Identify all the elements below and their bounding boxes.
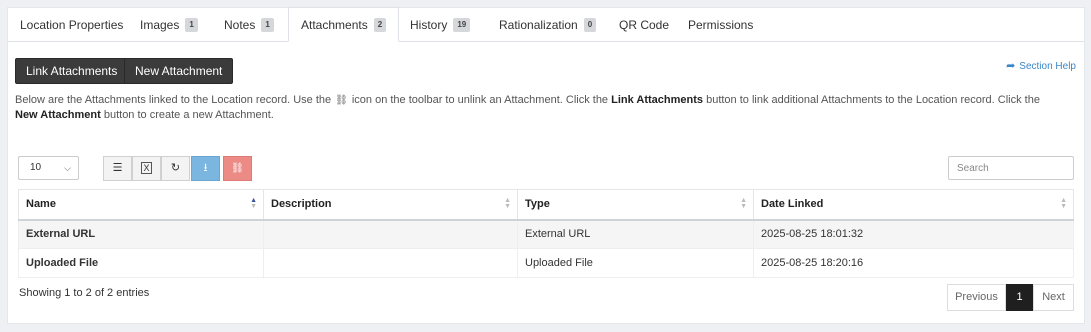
tab-location-properties[interactable]: Location Properties <box>20 8 123 42</box>
tab-permissions[interactable]: Permissions <box>688 8 753 42</box>
column-header-label: Date Linked <box>761 198 824 211</box>
unlink-button[interactable]: ⛓︎ <box>223 156 252 181</box>
link-attachments-button[interactable]: Link Attachments <box>15 58 129 84</box>
column-visibility-button[interactable]: ☰ <box>103 156 132 181</box>
pagination-page-1[interactable]: 1 <box>1006 284 1033 311</box>
tab-history[interactable]: History 19 <box>410 8 471 42</box>
tab-notes[interactable]: Notes 1 <box>224 8 274 42</box>
column-header-label: Description <box>271 198 332 211</box>
cell-type: Uploaded File <box>517 248 754 278</box>
cell-description <box>263 248 518 278</box>
cell-date-linked: 2025-08-25 18:01:32 <box>753 219 1074 249</box>
column-header-description[interactable]: Description ▲ ▼ <box>263 189 518 221</box>
count-badge: 2 <box>373 17 387 32</box>
refresh-button[interactable]: ↻ <box>161 156 190 181</box>
tab-bar: Location Properties Images 1 Notes 1 Attac… <box>8 7 1084 42</box>
new-attachment-button[interactable]: New Attachment <box>124 58 234 84</box>
tab-label: Images <box>140 18 180 32</box>
desc-part: icon on the toolbar to unlink an Attachm… <box>351 94 609 106</box>
tab-attachments[interactable]: Attachments 2 <box>288 7 400 42</box>
tab-rationalization[interactable]: Rationalization 0 <box>499 8 597 42</box>
count-badge: 19 <box>453 17 471 32</box>
section-help-label: Section Help <box>1019 61 1076 72</box>
export-excel-button[interactable]: X <box>132 156 161 181</box>
cell-type: External URL <box>517 219 754 249</box>
desc-part: Below are the Attachments linked to the … <box>15 94 332 106</box>
column-header-date-linked[interactable]: Date Linked ▲ ▼ <box>753 189 1074 221</box>
chevron-down-icon: ⌵ <box>64 163 71 173</box>
count-badge: 1 <box>185 17 198 32</box>
tab-label: QR Code <box>619 18 670 32</box>
cell-name: External URL <box>18 219 264 249</box>
attachments-panel: Location Properties Images 1 Notes 1 Attac… <box>7 7 1085 324</box>
table-row[interactable]: Uploaded File Uploaded File 2025-08-25 1… <box>18 248 1074 278</box>
column-header-type[interactable]: Type ▲ ▼ <box>517 189 754 221</box>
list-icon: ☰ <box>112 162 123 174</box>
table-row[interactable]: External URL External URL 2025-08-25 18:… <box>18 219 1074 249</box>
desc-part: button to link additional Attachments to… <box>706 94 1040 106</box>
tab-qr-code[interactable]: QR Code <box>619 8 669 42</box>
page-length-select[interactable]: 10 ⌵ <box>18 156 79 180</box>
column-header-label: Name <box>26 198 56 211</box>
tab-label: History <box>410 18 448 32</box>
desc-bold: Link Attachments <box>611 94 704 106</box>
sort-icon: ▲ ▼ <box>504 197 511 210</box>
count-badge: 0 <box>583 17 597 32</box>
cell-name: Uploaded File <box>18 248 264 278</box>
tab-label: Attachments <box>301 18 368 32</box>
tab-label: Rationalization <box>499 18 578 32</box>
table-header-row: Name ▲ ▼ Description ▲ ▼ Type ▲ ▼ Date Link… <box>18 189 1074 221</box>
cell-description <box>263 219 518 249</box>
table-info: Showing 1 to 2 of 2 entries <box>19 287 150 299</box>
tab-label: Permissions <box>688 18 754 32</box>
tab-images[interactable]: Images 1 <box>140 8 198 42</box>
download-icon: ⭳ <box>203 162 208 174</box>
page-length-value: 10 <box>30 162 42 173</box>
share-arrow-icon: ➦ <box>1006 60 1016 72</box>
sort-icon: ▲ ▼ <box>1060 197 1067 210</box>
search-input[interactable] <box>948 156 1074 180</box>
desc-bold: New Attachment <box>15 109 101 121</box>
sort-ascending-icon: ▲ ▼ <box>250 197 257 210</box>
sort-icon: ▲ ▼ <box>740 197 747 210</box>
excel-icon: X <box>141 162 152 174</box>
unlink-icon: ⛓︎ <box>231 163 244 174</box>
section-help-link[interactable]: ➦ Section Help <box>1006 59 1076 74</box>
cell-date-linked: 2025-08-25 18:20:16 <box>753 248 1074 278</box>
count-badge: 1 <box>261 17 274 32</box>
pagination-previous[interactable]: Previous <box>947 284 1006 311</box>
tab-label: Notes <box>224 18 256 32</box>
description-text: Below are the Attachments linked to the … <box>15 93 1055 123</box>
refresh-icon: ↻ <box>170 162 181 174</box>
desc-part: button to create a new Attachment. <box>103 109 274 121</box>
column-header-label: Type <box>525 198 550 211</box>
pagination-next[interactable]: Next <box>1033 284 1074 311</box>
download-button[interactable]: ⭳ <box>191 156 220 181</box>
attachments-table: Name ▲ ▼ Description ▲ ▼ Type ▲ ▼ Date Link… <box>18 189 1074 278</box>
column-header-name[interactable]: Name ▲ ▼ <box>18 189 264 221</box>
unlink-icon: ⛓︎ <box>335 95 348 106</box>
tab-label: Location Properties <box>20 18 124 32</box>
